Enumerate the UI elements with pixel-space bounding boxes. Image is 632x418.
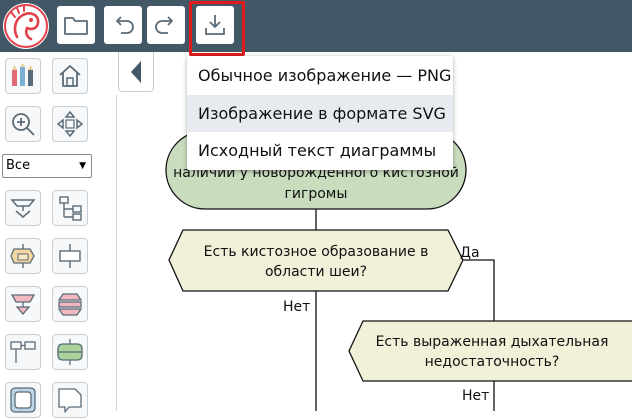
question-1-line-2: области шеи? <box>265 264 367 280</box>
menu-item-export-svg[interactable]: Изображение в формате SVG <box>187 95 453 132</box>
menu-item-export-source[interactable]: Исходный текст диаграммы <box>187 132 453 169</box>
start-block-line-2: гигромы <box>285 186 348 202</box>
question-1-line-1: Есть кистозное образование в <box>204 244 429 260</box>
menu-item-export-png[interactable]: Обычное изображение — PNG <box>187 57 453 94</box>
question-block-1[interactable]: Есть кистозное образование в области шеи… <box>168 229 464 292</box>
question-2-line-2: недостаточность? <box>425 354 560 370</box>
label-yes: Да <box>460 245 480 261</box>
connector-q1-yes <box>463 259 495 321</box>
export-menu: Обычное изображение — PNG Изображение в … <box>187 56 453 170</box>
question-block-2[interactable]: Есть выраженная дыхательная недостаточно… <box>348 320 632 382</box>
question-2-line-1: Есть выраженная дыхательная <box>376 334 609 350</box>
label-no-2: Нет <box>462 388 489 404</box>
label-no-1: Нет <box>283 299 310 315</box>
